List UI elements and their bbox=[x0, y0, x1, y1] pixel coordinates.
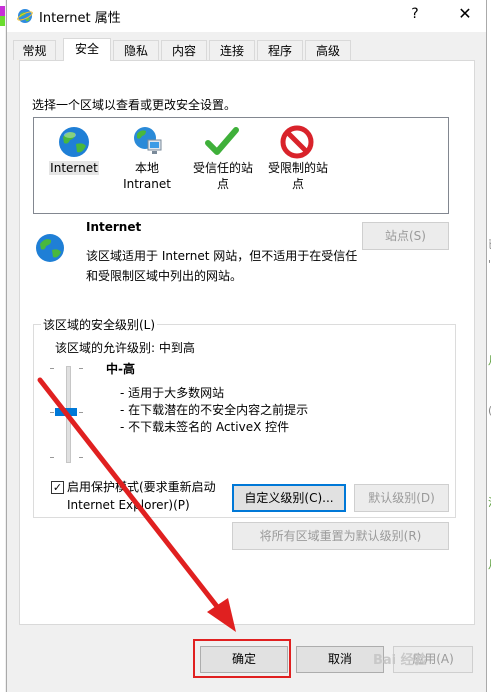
zone-detail-description: 该区域适用于 Internet 网站，但不适用于在受信任和受限制区域中列出的网站… bbox=[86, 249, 358, 283]
slider-tick bbox=[79, 368, 83, 369]
tab-security[interactable]: 安全 bbox=[63, 38, 111, 61]
close-icon: ✕ bbox=[458, 4, 472, 23]
local-intranet-icon bbox=[134, 127, 162, 154]
zone-label: Internet bbox=[49, 161, 99, 175]
protected-mode-checkbox[interactable]: ✓ bbox=[51, 481, 64, 494]
close-button[interactable]: ✕ bbox=[455, 4, 475, 24]
tab-advanced[interactable]: 高级 bbox=[305, 40, 351, 60]
green-check-icon bbox=[205, 127, 239, 155]
zone-trusted-sites[interactable]: 受信任的站点 bbox=[182, 118, 264, 213]
background-left-strip bbox=[0, 0, 5, 692]
security-level-slider-thumb[interactable] bbox=[55, 408, 77, 416]
tab-connections[interactable]: 连接 bbox=[209, 40, 255, 60]
zone-label: 受限制的站点 bbox=[267, 161, 328, 191]
zone-label: 本地 Intranet bbox=[123, 161, 171, 191]
title-bar[interactable]: Internet 属性 ? ✕ bbox=[7, 0, 486, 32]
level-description-item: - 在下载潜在的不安全内容之前提示 bbox=[120, 403, 309, 417]
internet-globe-icon bbox=[17, 9, 33, 23]
globe-icon bbox=[59, 127, 89, 157]
tab-privacy[interactable]: 隐私 bbox=[113, 40, 159, 60]
default-level-button[interactable]: 默认级别(D) bbox=[354, 484, 449, 512]
cancel-button[interactable]: 取消 bbox=[296, 646, 384, 673]
tab-content[interactable]: 内容 bbox=[161, 40, 207, 60]
security-level-name: 中-高 bbox=[106, 362, 135, 376]
protected-mode-label[interactable]: 启用保护模式(要求重新启动 Internet Explorer)(P) bbox=[67, 478, 216, 514]
slider-tick bbox=[50, 368, 54, 369]
zone-list[interactable]: Internet 本地 Intranet 受信任的站点 受限制的站点 bbox=[33, 117, 449, 214]
zone-internet[interactable]: Internet bbox=[34, 118, 114, 213]
sites-button[interactable]: 站点(S) bbox=[362, 222, 449, 250]
help-button[interactable]: ? bbox=[407, 6, 423, 24]
slider-tick bbox=[79, 457, 83, 458]
slider-tick bbox=[50, 412, 54, 413]
level-description-item: - 适用于大多数网站 bbox=[120, 386, 225, 400]
level-description-item: - 不下载未签名的 ActiveX 控件 bbox=[120, 420, 290, 434]
slider-tick bbox=[79, 412, 83, 413]
zone-detail-title: Internet bbox=[86, 220, 142, 234]
security-level-group-label: 该区域的安全级别(L) bbox=[41, 316, 158, 333]
slider-tick bbox=[50, 457, 54, 458]
custom-level-button[interactable]: 自定义级别(C)... bbox=[232, 484, 346, 512]
watermark: Bai 经验 bbox=[373, 653, 427, 668]
zone-local-intranet[interactable]: 本地 Intranet bbox=[107, 118, 187, 213]
window-title: Internet 属性 bbox=[39, 11, 121, 26]
globe-icon bbox=[36, 234, 64, 262]
restricted-icon bbox=[280, 125, 314, 159]
reset-all-zones-button[interactable]: 将所有区域重置为默认级别(R) bbox=[232, 522, 449, 550]
zone-label: 受信任的站点 bbox=[192, 161, 253, 191]
zone-restricted-sites[interactable]: 受限制的站点 bbox=[257, 118, 339, 213]
allowed-level-text: 该区域的允许级别: 中到高 bbox=[55, 341, 195, 355]
annotation-highlight-box bbox=[193, 639, 291, 678]
tab-programs[interactable]: 程序 bbox=[257, 40, 303, 60]
zone-prompt-text: 选择一个区域以查看或更改安全设置。 bbox=[32, 98, 237, 112]
tab-general[interactable]: 常规 bbox=[13, 40, 56, 60]
